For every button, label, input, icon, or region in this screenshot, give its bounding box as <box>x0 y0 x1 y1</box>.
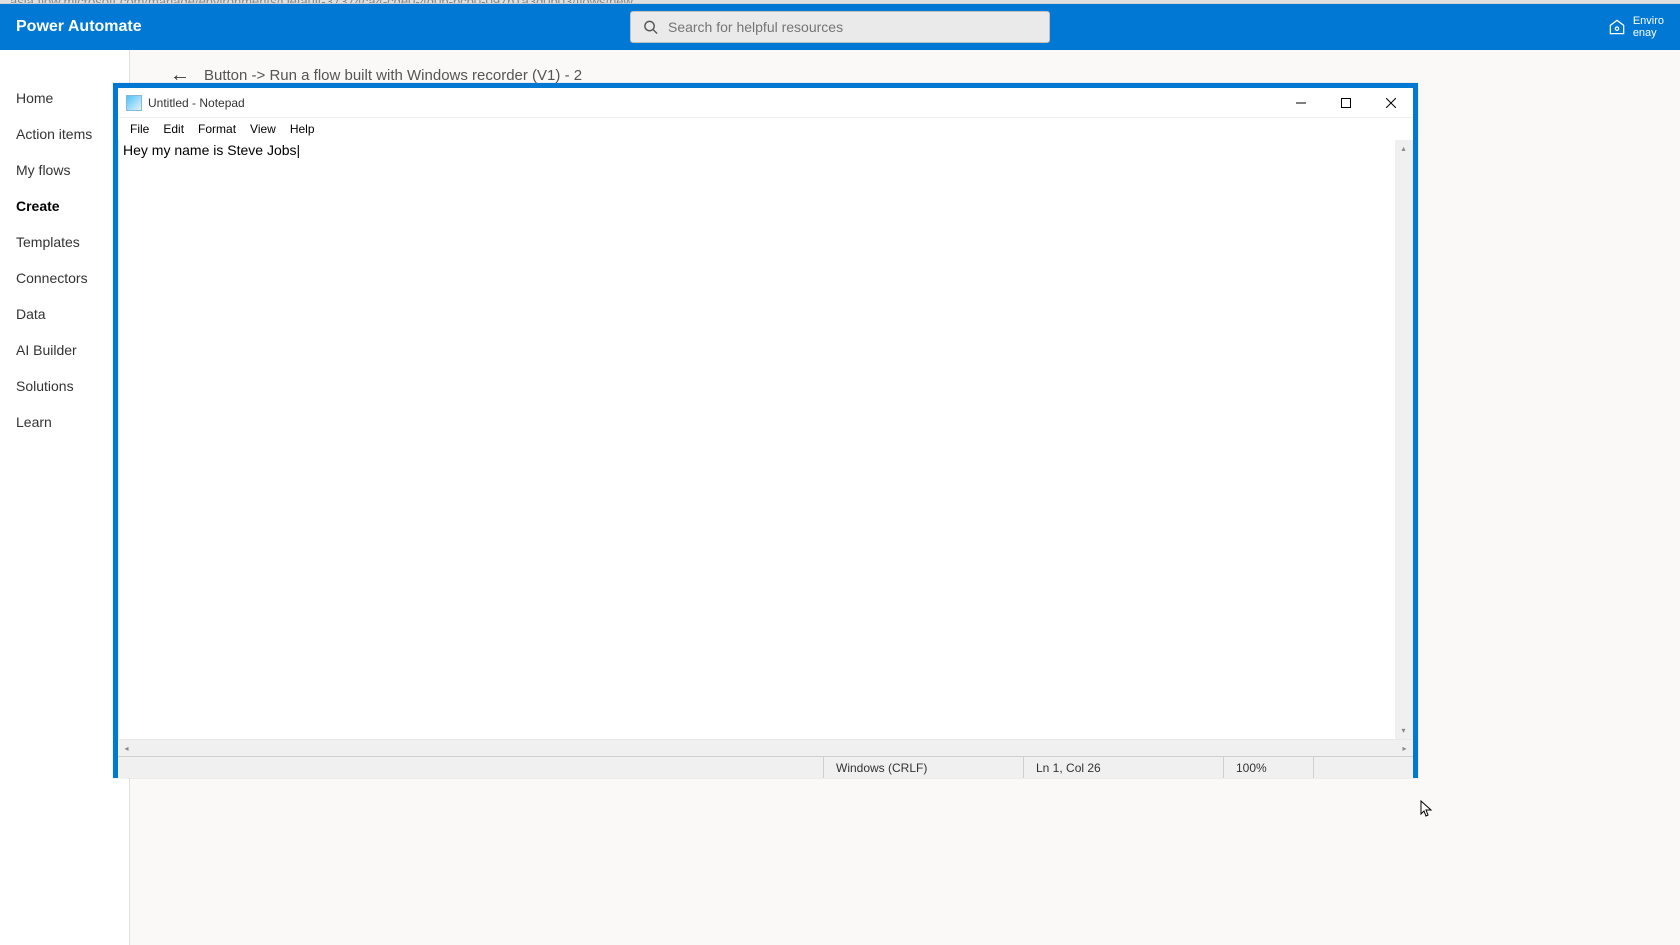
search-box[interactable] <box>630 11 1050 43</box>
search-input[interactable] <box>668 19 1037 35</box>
search-icon <box>643 19 658 35</box>
scroll-left-icon[interactable]: ◂ <box>118 740 135 756</box>
close-button[interactable] <box>1368 88 1413 117</box>
notepad-title: Untitled - Notepad <box>148 96 1278 110</box>
menu-file[interactable]: File <box>124 120 155 138</box>
sidebar-item-action-items[interactable]: Action items <box>0 116 129 152</box>
status-encoding: Windows (CRLF) <box>823 757 1023 778</box>
env-label: Enviro <box>1633 15 1664 27</box>
sidebar-item-data[interactable]: Data <box>0 296 129 332</box>
notepad-menubar: File Edit Format View Help <box>118 118 1413 140</box>
sidebar-item-templates[interactable]: Templates <box>0 224 129 260</box>
notepad-text-area[interactable]: Hey my name is Steve Jobs ▴ ▾ <box>118 140 1413 739</box>
brand-title: Power Automate <box>16 18 142 36</box>
status-cursor-position: Ln 1, Col 26 <box>1023 757 1223 778</box>
sidebar-item-ai-builder[interactable]: AI Builder <box>0 332 129 368</box>
notepad-titlebar[interactable]: Untitled - Notepad <box>118 88 1413 118</box>
menu-edit[interactable]: Edit <box>157 120 190 138</box>
sidebar-item-solutions[interactable]: Solutions <box>0 368 129 404</box>
sidebar-item-create[interactable]: Create <box>0 188 129 224</box>
horizontal-scrollbar[interactable]: ◂ ▸ <box>118 739 1413 756</box>
sidebar-item-connectors[interactable]: Connectors <box>0 260 129 296</box>
status-zoom: 100% <box>1223 757 1313 778</box>
minimize-button[interactable] <box>1278 88 1323 117</box>
scroll-down-icon[interactable]: ▾ <box>1395 722 1412 739</box>
notepad-window: Untitled - Notepad File Edit Format View… <box>113 83 1418 778</box>
menu-format[interactable]: Format <box>192 120 242 138</box>
mouse-cursor-icon <box>1420 800 1434 823</box>
sidebar-nav: Home Action items My flows Create Templa… <box>0 50 130 945</box>
sidebar-item-learn[interactable]: Learn <box>0 404 129 440</box>
sidebar-item-home[interactable]: Home <box>0 80 129 116</box>
menu-help[interactable]: Help <box>284 120 321 138</box>
notepad-app-icon <box>126 95 142 111</box>
notepad-content-text: Hey my name is Steve Jobs <box>123 142 300 158</box>
status-empty <box>1313 757 1413 778</box>
sidebar-item-my-flows[interactable]: My flows <box>0 152 129 188</box>
vertical-scrollbar[interactable]: ▴ ▾ <box>1395 140 1412 739</box>
env-value: enay <box>1633 27 1664 39</box>
scroll-up-icon[interactable]: ▴ <box>1395 140 1412 157</box>
search-container <box>630 11 1050 43</box>
app-header: Power Automate Enviro enay <box>0 4 1680 50</box>
maximize-button[interactable] <box>1323 88 1368 117</box>
flow-breadcrumb-text: Button -> Run a flow built with Windows … <box>204 67 582 84</box>
scroll-right-icon[interactable]: ▸ <box>1396 740 1413 756</box>
environment-switcher[interactable]: Enviro enay <box>1607 15 1664 39</box>
environment-icon <box>1607 17 1627 37</box>
menu-view[interactable]: View <box>244 120 282 138</box>
notepad-statusbar: Windows (CRLF) Ln 1, Col 26 100% <box>118 756 1413 778</box>
